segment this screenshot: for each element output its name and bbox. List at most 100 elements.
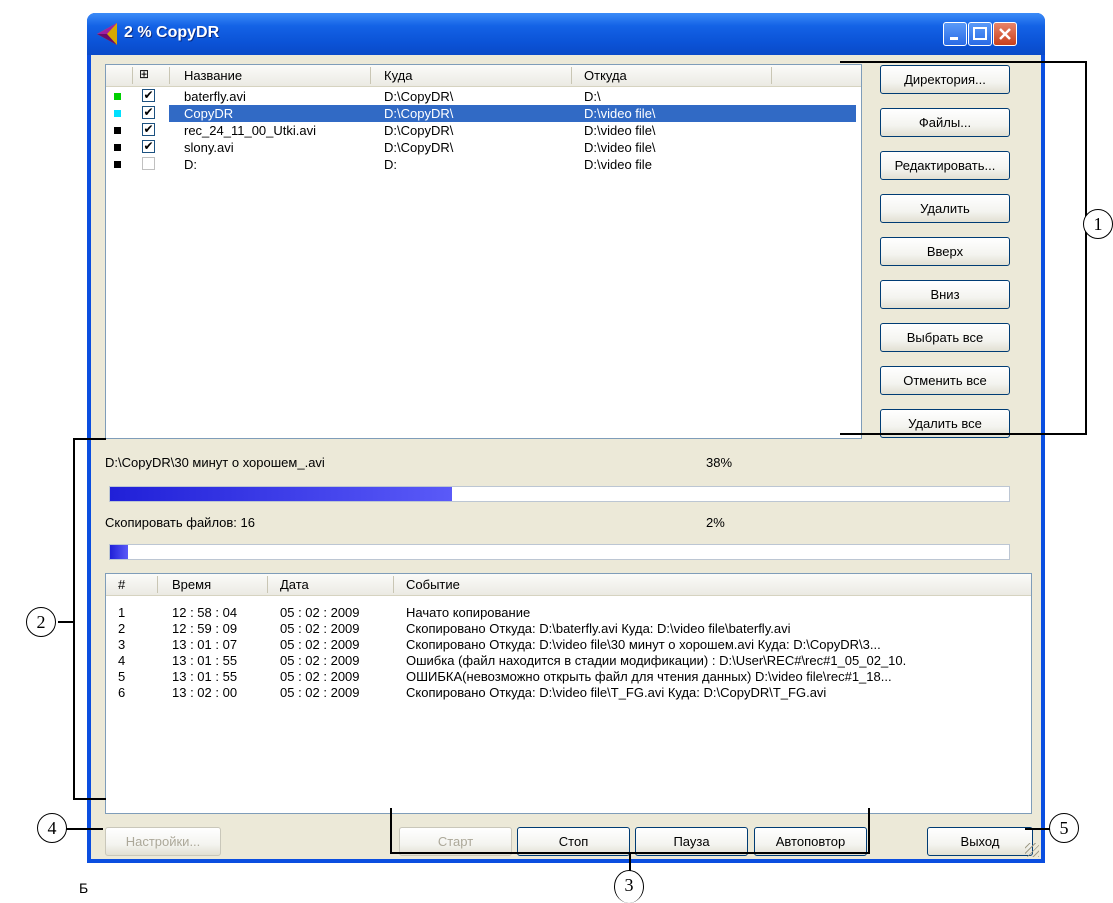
callout-line	[58, 621, 74, 623]
log-event: ОШИБКА(невозможно открыть файл для чтени…	[406, 669, 892, 684]
total-percent: 2%	[706, 515, 725, 530]
app-icon	[97, 23, 117, 45]
current-progress-fill	[110, 487, 452, 501]
column-to[interactable]: Куда	[384, 68, 412, 83]
select-all-button[interactable]: Выбрать все	[880, 323, 1010, 352]
log-num: 2	[118, 621, 126, 636]
callout-2: 2	[26, 607, 56, 637]
close-icon	[999, 28, 1011, 40]
log-event: Скопировано Откуда: D:\baterfly.avi Куда…	[406, 621, 791, 636]
column-num[interactable]: #	[118, 577, 125, 592]
column-from[interactable]: Откуда	[584, 68, 627, 83]
row-checkbox[interactable]: ✔	[142, 140, 155, 153]
log-date: 05 : 02 : 2009	[280, 637, 360, 652]
event-log[interactable]: # Время Дата Событие 1 12 : 58 : 04 05 :…	[105, 573, 1032, 814]
log-event: Начато копирование	[406, 605, 531, 620]
log-row[interactable]: 5 13 : 01 : 55 05 : 02 : 2009 ОШИБКА(нев…	[106, 669, 1031, 685]
file-name: baterfly.avi	[184, 89, 246, 104]
column-name[interactable]: Название	[184, 68, 242, 83]
file-name: rec_24_11_00_Utki.avi	[184, 123, 317, 138]
log-event: Скопировано Откуда: D:\video file\30 мин…	[406, 637, 881, 652]
log-date: 05 : 02 : 2009	[280, 605, 360, 620]
deselect-all-button[interactable]: Отменить все	[880, 366, 1010, 395]
callout-bracket	[840, 61, 1087, 63]
row-checkbox[interactable]: ✔	[142, 89, 155, 102]
window-title: 2 % CopyDR	[124, 24, 220, 41]
log-time: 13 : 02 : 00	[172, 685, 238, 700]
log-time: 12 : 58 : 04	[172, 605, 238, 620]
file-source: D:\video file\	[584, 123, 656, 138]
log-num: 5	[118, 669, 126, 684]
file-destination: D:\CopyDR\	[384, 140, 454, 155]
log-num: 1	[118, 605, 126, 620]
callout-bracket	[73, 438, 75, 800]
callout-line	[66, 828, 103, 830]
callout-line	[1025, 828, 1050, 830]
status-indicator	[114, 144, 121, 151]
status-indicator	[114, 93, 121, 100]
move-up-button[interactable]: Вверх	[880, 237, 1010, 266]
expand-icon[interactable]: ⊞	[139, 67, 149, 81]
callout-bracket	[1085, 61, 1087, 435]
file-name: slony.avi	[184, 140, 234, 155]
status-indicator	[114, 110, 121, 117]
row-checkbox[interactable]: ✔	[142, 106, 155, 119]
delete-button[interactable]: Удалить	[880, 194, 1010, 223]
log-event: Скопировано Откуда: D:\video file\T_FG.a…	[406, 685, 827, 700]
row-checkbox[interactable]: ✔	[142, 123, 155, 136]
column-event[interactable]: Событие	[406, 577, 460, 592]
edit-button[interactable]: Редактировать...	[880, 151, 1010, 180]
log-num: 6	[118, 685, 126, 700]
file-row[interactable]: ✔ slony.avi D:\CopyDR\ D:\video file\	[106, 139, 861, 156]
file-destination: D:	[384, 157, 397, 172]
callout-3: 3	[614, 870, 644, 903]
exit-button[interactable]: Выход	[927, 827, 1033, 856]
directory-button[interactable]: Директория...	[880, 65, 1010, 94]
column-time[interactable]: Время	[172, 577, 211, 592]
log-time: 12 : 59 : 09	[172, 621, 238, 636]
log-row[interactable]: 4 13 : 01 : 55 05 : 02 : 2009 Ошибка (фа…	[106, 653, 1031, 669]
callout-1: 1	[1083, 209, 1113, 239]
title-bar[interactable]: 2 % CopyDR	[87, 13, 1045, 55]
file-source: D:\video file\	[584, 140, 656, 155]
callout-line	[629, 852, 631, 872]
callout-5: 5	[1049, 813, 1079, 843]
file-list[interactable]: ⊞ Название Куда Откуда ✔ baterfly.avi D:…	[105, 64, 862, 439]
file-row-selected[interactable]: ✔ CopyDR D:\CopyDR\ D:\video file\	[106, 105, 861, 122]
callout-bracket	[868, 808, 870, 854]
row-checkbox[interactable]	[142, 157, 155, 170]
log-row[interactable]: 2 12 : 59 : 09 05 : 02 : 2009 Скопирован…	[106, 621, 1031, 637]
move-down-button[interactable]: Вниз	[880, 280, 1010, 309]
file-row[interactable]: ✔ rec_24_11_00_Utki.avi D:\CopyDR\ D:\vi…	[106, 122, 861, 139]
callout-4: 4	[37, 813, 67, 843]
file-source: D:\video file\	[584, 106, 656, 121]
files-button[interactable]: Файлы...	[880, 108, 1010, 137]
log-row[interactable]: 1 12 : 58 : 04 05 : 02 : 2009 Начато коп…	[106, 605, 1031, 621]
settings-button[interactable]: Настройки...	[105, 827, 221, 856]
maximize-icon	[973, 27, 987, 40]
minimize-button[interactable]	[943, 22, 967, 46]
callout-bracket	[390, 808, 392, 854]
total-progress-bar	[109, 544, 1010, 560]
file-source: D:\	[584, 89, 601, 104]
file-row[interactable]: D: D: D:\video file	[106, 156, 861, 173]
close-button[interactable]	[993, 22, 1017, 46]
maximize-button[interactable]	[968, 22, 992, 46]
log-date: 05 : 02 : 2009	[280, 653, 360, 668]
log-row[interactable]: 3 13 : 01 : 07 05 : 02 : 2009 Скопирован…	[106, 637, 1031, 653]
resize-grip[interactable]	[1025, 843, 1039, 857]
file-destination: D:\CopyDR\	[384, 89, 454, 104]
log-time: 13 : 01 : 07	[172, 637, 238, 652]
file-name: D:	[184, 157, 197, 172]
log-date: 05 : 02 : 2009	[280, 669, 360, 684]
file-row[interactable]: ✔ baterfly.avi D:\CopyDR\ D:\	[106, 88, 861, 105]
client-area: ⊞ Название Куда Откуда ✔ baterfly.avi D:…	[91, 55, 1041, 859]
log-num: 4	[118, 653, 126, 668]
log-num: 3	[118, 637, 126, 652]
log-row[interactable]: 6 13 : 02 : 00 05 : 02 : 2009 Скопирован…	[106, 685, 1031, 701]
status-indicator	[114, 127, 121, 134]
file-source: D:\video file	[584, 157, 652, 172]
total-files-label: Скопировать файлов: 16	[105, 515, 255, 530]
column-date[interactable]: Дата	[280, 577, 309, 592]
current-file-label: D:\CopyDR\30 минут о хорошем_.avi	[105, 455, 325, 470]
